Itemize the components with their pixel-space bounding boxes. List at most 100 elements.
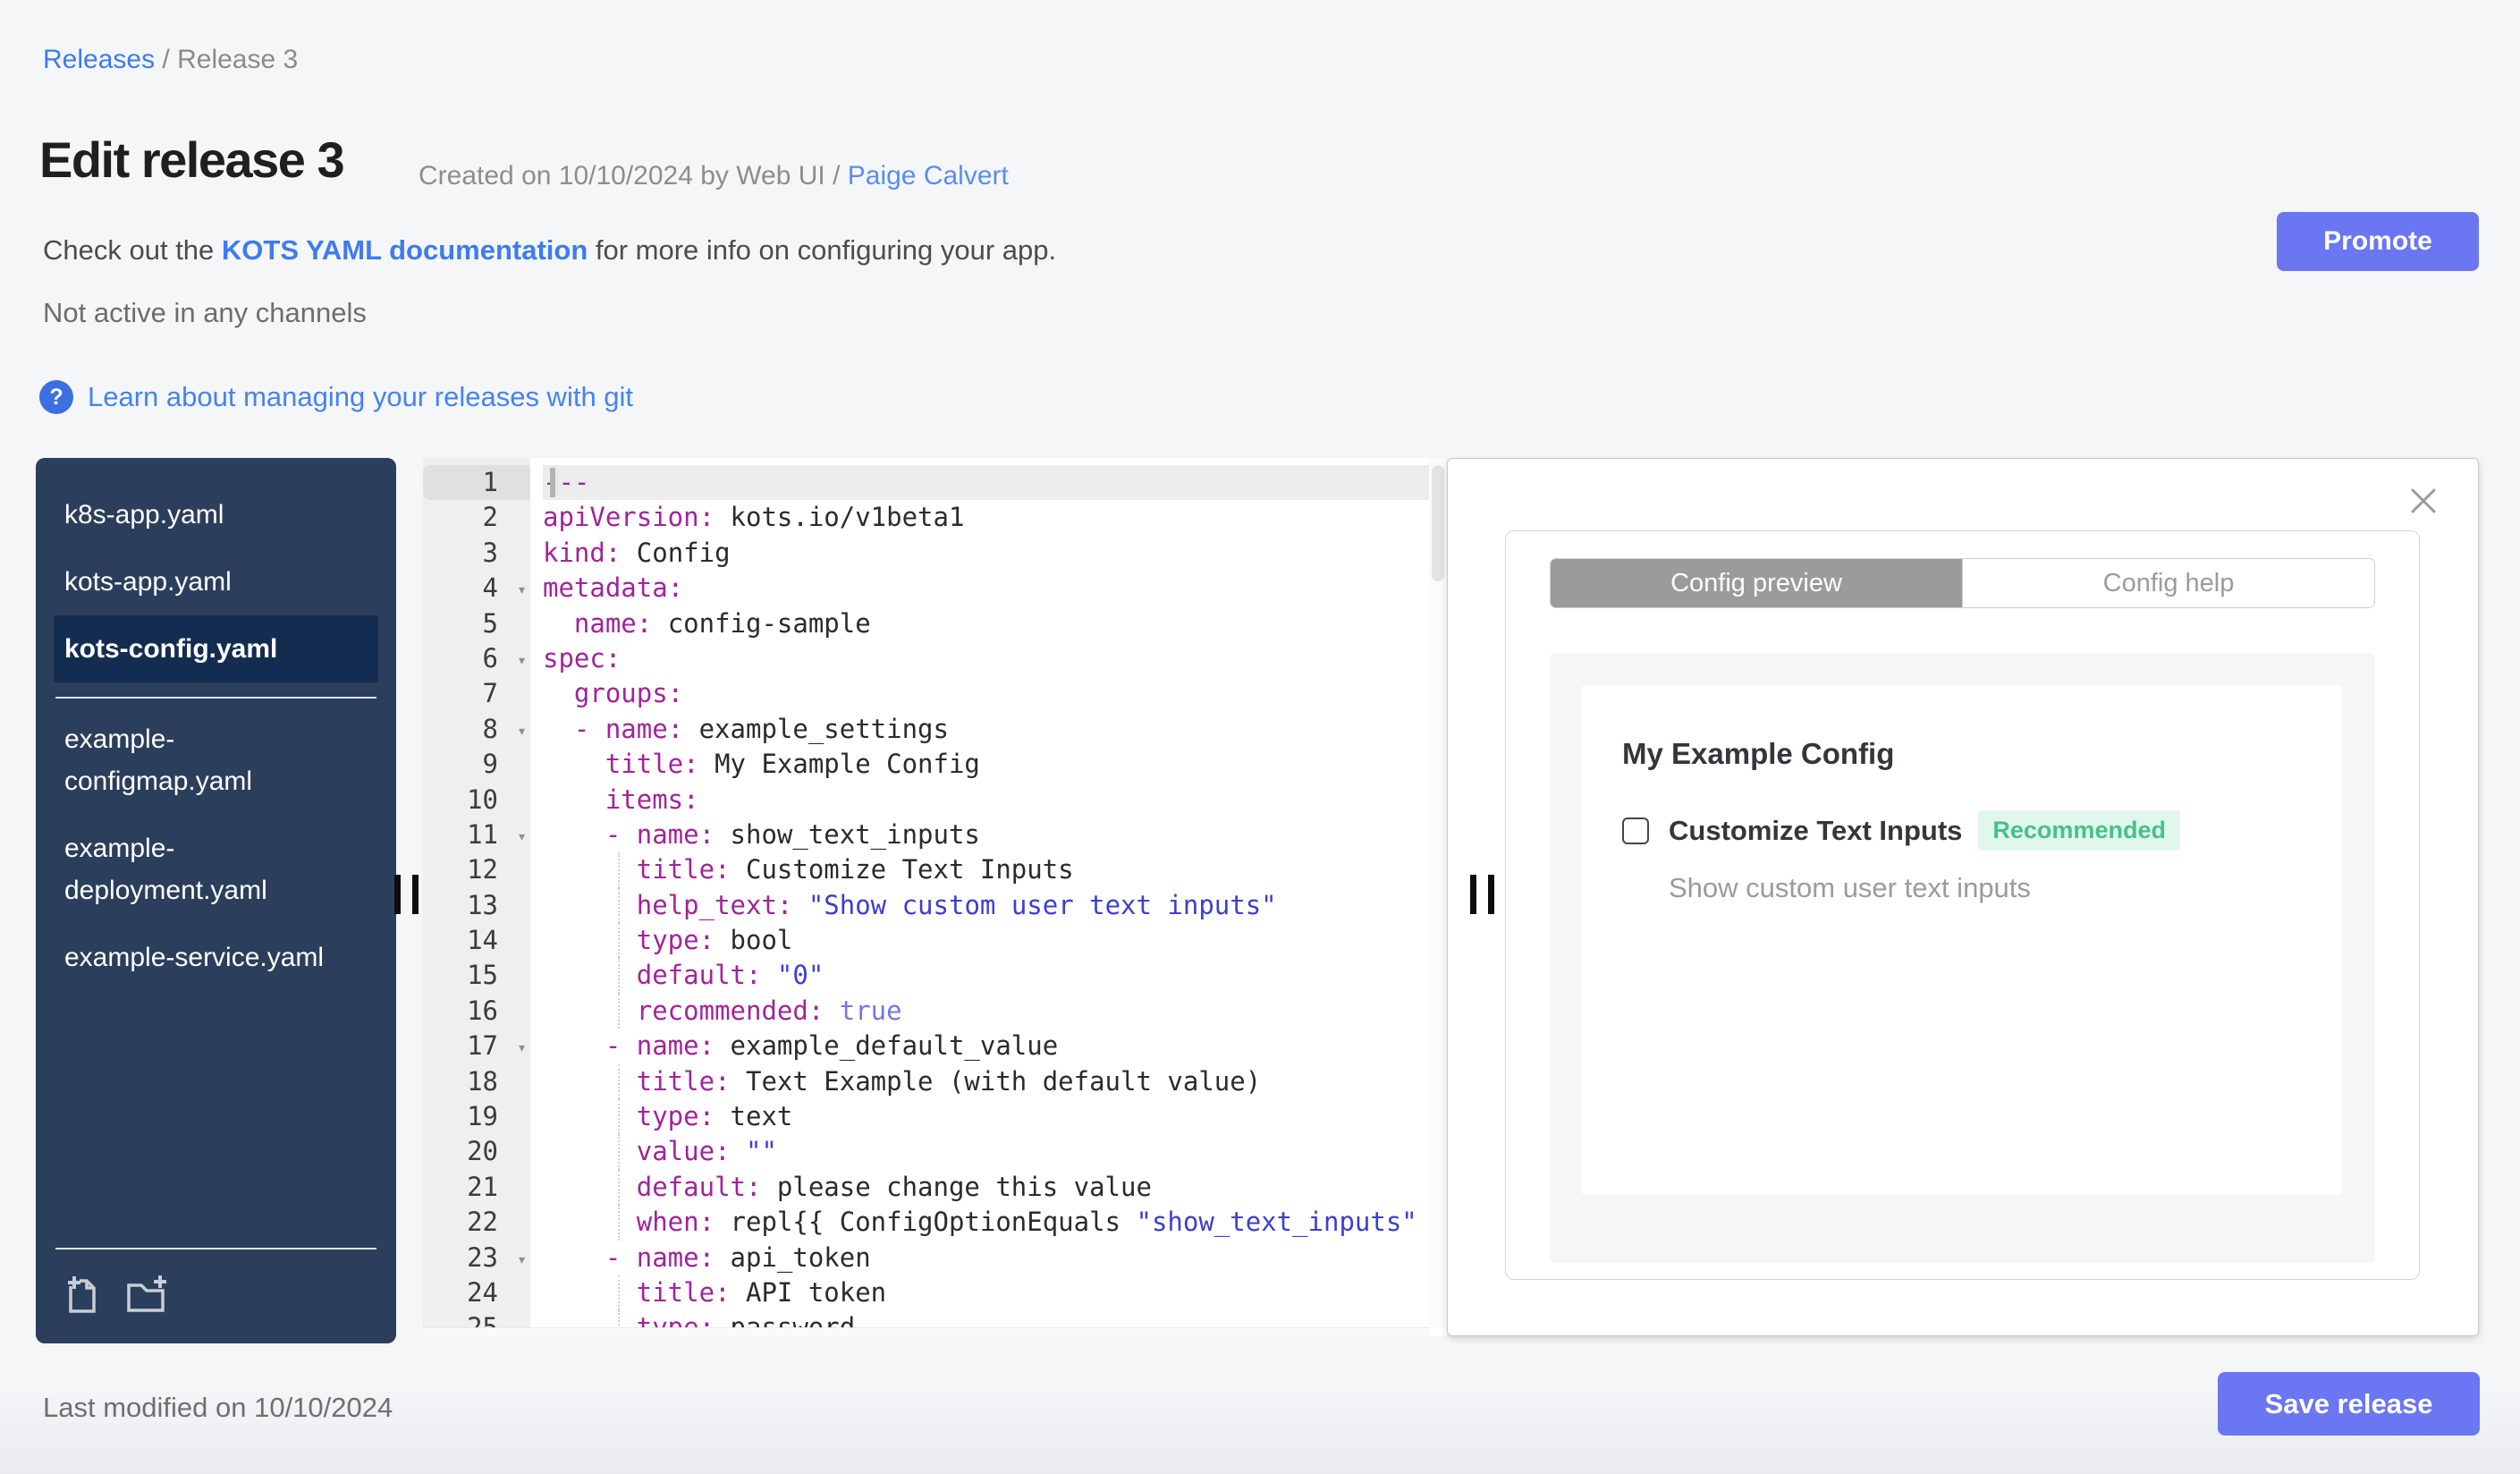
code-line-12[interactable]: title: Customize Text Inputs	[543, 852, 1447, 889]
file-label-line: kots-config.yaml	[64, 634, 278, 664]
new-folder-icon[interactable]	[123, 1273, 170, 1320]
code-line-22[interactable]: when: repl{{ ConfigOptionEquals "show_te…	[543, 1205, 1447, 1241]
tab-config-preview[interactable]: Config preview	[1551, 559, 1962, 607]
kots-yaml-doc-link[interactable]: KOTS YAML documentation	[222, 234, 588, 266]
config-group-card: My Example Config Customize Text Inputs …	[1581, 685, 2342, 1195]
sidebar-file-example-deployment.yaml[interactable]: example-deployment.yaml	[54, 815, 378, 924]
fold-arrow-icon[interactable]: ▾	[517, 714, 527, 749]
line-number: 5	[482, 607, 498, 639]
line-number: 15	[467, 960, 498, 991]
close-icon[interactable]	[2405, 482, 2442, 520]
sidebar-resize-handle[interactable]	[394, 875, 419, 914]
customize-text-inputs-checkbox[interactable]	[1622, 817, 1649, 844]
code-line-17[interactable]: - name: example_default_value	[543, 1029, 1447, 1063]
breadcrumb-separator: /	[155, 45, 178, 74]
sidebar-file-kots-app.yaml[interactable]: kots-app.yaml	[54, 548, 378, 615]
code-line-6[interactable]: spec:	[543, 641, 1447, 676]
author-link[interactable]: Paige Calvert	[848, 161, 1009, 191]
code-line-10[interactable]: items:	[543, 783, 1447, 817]
code-line-5[interactable]: name: config-sample	[543, 606, 1447, 641]
gutter-line-13: 13	[423, 888, 530, 923]
vertical-scrollbar[interactable]	[1429, 458, 1447, 1327]
code-line-19[interactable]: type: text	[543, 1099, 1447, 1135]
code-line-21[interactable]: default: please change this value	[543, 1169, 1447, 1206]
sidebar-file-example-configmap.yaml[interactable]: example-configmap.yaml	[54, 706, 378, 815]
gutter-line-2: 2	[423, 500, 530, 535]
code-line-13[interactable]: help_text: "Show custom user text inputs…	[543, 887, 1447, 924]
config-item-help-text: Show custom user text inputs	[1669, 872, 2031, 903]
recommended-badge: Recommended	[1978, 810, 2180, 851]
config-group-title: My Example Config	[1622, 737, 1895, 770]
gutter-line-12: 12	[423, 852, 530, 887]
gutter-line-23: 23 ▾	[423, 1241, 530, 1275]
gutter-line-22: 22	[423, 1205, 530, 1240]
editor-code[interactable]: --- apiVersion: kots.io/v1beta1 kind: Conf…	[530, 458, 1447, 1336]
new-file-icon[interactable]	[61, 1273, 104, 1320]
sidebar-actions-divider	[55, 1248, 376, 1250]
gutter-line-3: 3	[423, 536, 530, 571]
line-number: 2	[482, 502, 498, 533]
sidebar-file-k8s-app.yaml[interactable]: k8s-app.yaml	[54, 481, 378, 548]
sidebar-actions	[54, 1257, 378, 1324]
code-line-2[interactable]: apiVersion: kots.io/v1beta1	[543, 500, 1447, 535]
code-line-4[interactable]: metadata:	[543, 571, 1447, 606]
code-line-16[interactable]: recommended: true	[543, 993, 1447, 1029]
line-number: 21	[467, 1171, 498, 1202]
vertical-scrollbar-thumb[interactable]	[1432, 465, 1444, 581]
line-number: 4	[482, 572, 498, 604]
file-list-bottom: example-configmap.yaml example-deployment…	[54, 706, 378, 991]
horizontal-scrollbar[interactable]	[423, 1327, 1429, 1336]
gutter-line-16: 16	[423, 994, 530, 1029]
code-line-11[interactable]: - name: show_text_inputs	[543, 817, 1447, 852]
tab-config-help[interactable]: Config help	[1962, 559, 2374, 607]
file-sidebar: k8s-app.yaml kots-app.yaml kots-config.yam…	[36, 458, 396, 1343]
preview-container: Config preview Config help My Example Co…	[1505, 530, 2420, 1280]
code-line-3[interactable]: kind: Config	[543, 536, 1447, 571]
breadcrumb-releases-link[interactable]: Releases	[43, 45, 155, 74]
code-line-18[interactable]: title: Text Example (with default value)	[543, 1063, 1447, 1100]
code-line-15[interactable]: default: "0"	[543, 958, 1447, 995]
line-number: 18	[467, 1065, 498, 1097]
fold-arrow-icon[interactable]: ▾	[517, 643, 527, 678]
code-line-1[interactable]: ---	[543, 465, 1447, 501]
save-release-button[interactable]: Save release	[2218, 1372, 2480, 1436]
fold-arrow-icon[interactable]: ▾	[517, 572, 527, 607]
gutter-line-10: 10	[423, 783, 530, 817]
gutter-line-11: 11 ▾	[423, 817, 530, 852]
code-line-8[interactable]: - name: example_settings	[543, 712, 1447, 747]
gutter-line-9: 9	[423, 747, 530, 782]
code-line-23[interactable]: - name: api_token	[543, 1241, 1447, 1275]
code-line-20[interactable]: value: ""	[543, 1134, 1447, 1171]
line-number: 11	[467, 818, 498, 850]
line-number: 10	[467, 784, 498, 815]
edit-release-page: { "colors": { "accent_blue_link": "#3e7b…	[0, 0, 2520, 1474]
gutter-line-4: 4 ▾	[423, 571, 530, 606]
sidebar-file-example-service.yaml[interactable]: example-service.yaml	[54, 924, 378, 991]
config-preview-panel: Config preview Config help My Example Co…	[1447, 458, 2479, 1336]
sidebar-bottom	[54, 1233, 378, 1324]
fold-arrow-icon[interactable]: ▾	[517, 1030, 527, 1065]
breadcrumb: Releases / Release 3	[43, 45, 298, 75]
sidebar-file-kots-config.yaml[interactable]: kots-config.yaml	[54, 615, 378, 682]
line-number: 14	[467, 925, 498, 956]
file-label-line: deployment.yaml	[64, 876, 267, 905]
code-line-24[interactable]: title: API token	[543, 1275, 1447, 1311]
preview-resize-handle[interactable]	[1470, 875, 1494, 914]
line-number: 8	[482, 713, 498, 744]
code-line-14[interactable]: type: bool	[543, 923, 1447, 959]
git-releases-link[interactable]: ? Learn about managing your releases wit…	[39, 380, 633, 414]
fold-arrow-icon[interactable]: ▾	[517, 1242, 527, 1277]
fold-arrow-icon[interactable]: ▾	[517, 819, 527, 854]
file-label-line: example-service.yaml	[64, 943, 325, 972]
git-link-label: Learn about managing your releases with …	[88, 381, 634, 412]
promote-button[interactable]: Promote	[2277, 212, 2479, 271]
doc-info-suffix: for more info on configuring your app.	[588, 234, 1057, 266]
config-item-label: Customize Text Inputs	[1669, 814, 1963, 846]
code-line-7[interactable]: groups:	[543, 676, 1447, 711]
gutter-line-1: 1	[423, 465, 530, 501]
page-title: Edit release 3	[39, 131, 345, 188]
code-line-9[interactable]: title: My Example Config	[543, 747, 1447, 782]
line-number: 24	[467, 1276, 498, 1308]
file-label-line: example-	[64, 724, 175, 754]
help-question-icon: ?	[39, 380, 73, 414]
